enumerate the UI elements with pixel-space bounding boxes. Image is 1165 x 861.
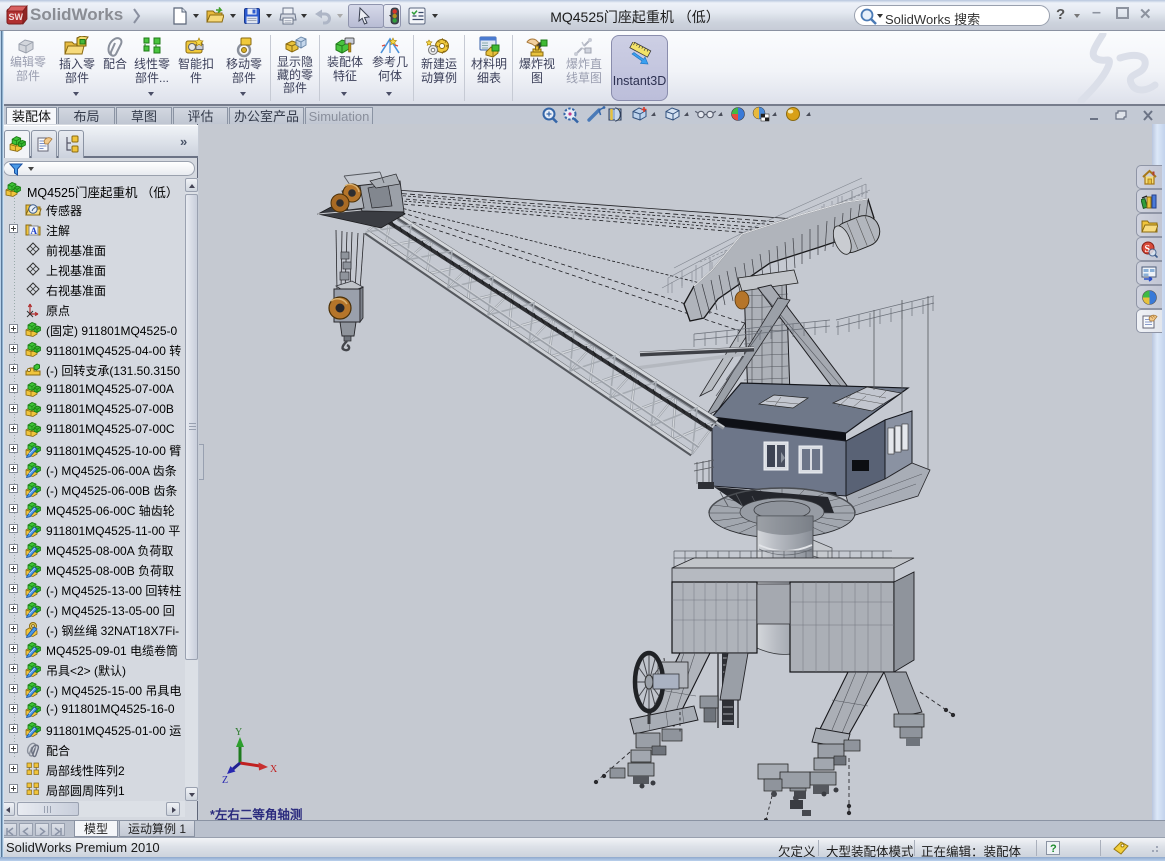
- svg-text:X: X: [270, 764, 278, 775]
- svg-text:Z: Z: [222, 775, 228, 786]
- svg-text:?: ?: [1050, 843, 1057, 855]
- svg-text:SW: SW: [9, 12, 24, 22]
- svg-text:Y: Y: [235, 727, 242, 738]
